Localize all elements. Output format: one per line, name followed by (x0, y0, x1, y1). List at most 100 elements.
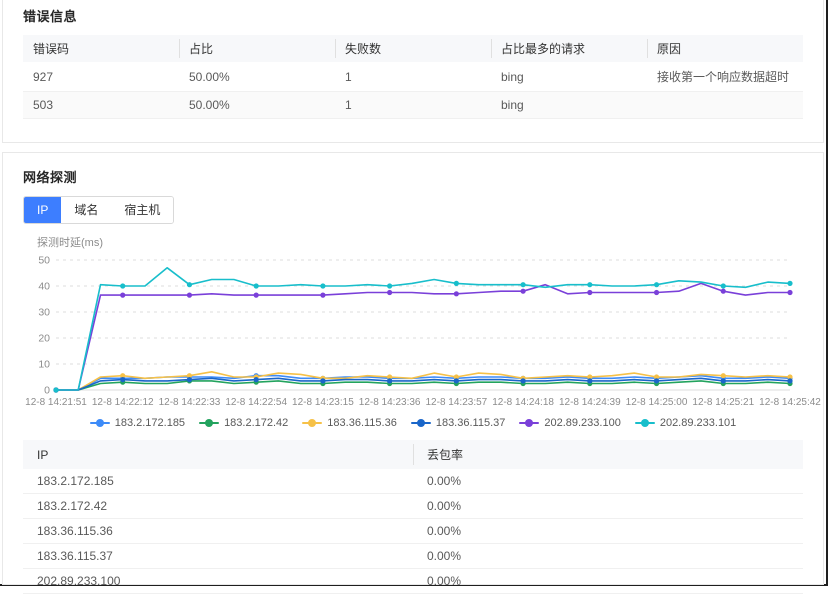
data-point-202.89.233.100 (654, 290, 659, 295)
x-tick-label-1: 12-8 14:22:12 (92, 397, 154, 408)
legend-marker-icon (635, 419, 655, 427)
legend-label: 183.36.115.36 (327, 417, 397, 429)
cell: 0.00% (413, 519, 803, 544)
data-point-202.89.233.100 (387, 290, 392, 295)
packet-loss-table-body: 183.2.172.1850.00%183.2.172.420.00%183.3… (23, 469, 803, 594)
y-tick-label-50: 50 (38, 255, 50, 267)
legend-item-183.36.115.36[interactable]: 183.36.115.36 (302, 417, 397, 429)
legend-marker-icon (519, 419, 539, 427)
y-tick-label-40: 40 (38, 281, 50, 293)
x-tick-label-0: 12-8 14:21:51 (25, 397, 87, 408)
cell: 1 (335, 92, 491, 119)
chart-y-axis-title: 探测时延(ms) (37, 234, 803, 250)
error-table-header-row: 错误码占比失败数占比最多的请求原因 (23, 35, 803, 62)
legend-dot (308, 419, 316, 427)
packet-loss-row: 183.2.172.420.00% (23, 494, 803, 519)
cell: 50.00% (179, 92, 335, 119)
legend-label: 183.36.115.37 (436, 417, 506, 429)
data-point-183.36.115.37 (520, 378, 525, 383)
data-point-183.36.115.37 (320, 378, 325, 383)
data-point-183.36.115.36 (721, 373, 726, 378)
data-point-202.89.233.101 (53, 387, 58, 392)
x-tick-label-6: 12-8 14:23:57 (426, 397, 488, 408)
legend-label: 183.2.172.185 (115, 417, 185, 429)
cell: 183.2.172.185 (23, 469, 413, 494)
cell: 1 (335, 62, 491, 92)
packet-loss-row: 183.36.115.370.00% (23, 544, 803, 569)
data-point-202.89.233.100 (254, 293, 259, 298)
x-tick-label-11: 12-8 14:25:42 (759, 397, 821, 408)
cell: bing (491, 92, 647, 119)
legend-dot (641, 419, 649, 427)
error-table-row: 92750.00%1bing接收第一个响应数据超时 (23, 62, 803, 92)
data-point-202.89.233.101 (787, 281, 792, 286)
legend-item-183.2.172.185[interactable]: 183.2.172.185 (90, 417, 185, 429)
data-point-183.36.115.37 (187, 377, 192, 382)
x-tick-label-2: 12-8 14:22:33 (159, 397, 221, 408)
cell: 183.36.115.36 (23, 519, 413, 544)
column-header-3: 占比最多的请求 (491, 35, 647, 62)
data-point-202.89.233.101 (454, 281, 459, 286)
packet-loss-table-head: IP丢包率 (23, 440, 803, 469)
y-tick-label-30: 30 (38, 307, 50, 319)
dashboard-frame: 错误信息 错误码占比失败数占比最多的请求原因 92750.00%1bing接收第… (0, 0, 828, 586)
x-tick-label-8: 12-8 14:24:39 (559, 397, 621, 408)
legend-label: 202.89.233.100 (544, 417, 620, 429)
network-section-title: 网络探测 (23, 167, 803, 186)
error-table-row: 50350.00%1bing (23, 92, 803, 119)
error-table-head: 错误码占比失败数占比最多的请求原因 (23, 35, 803, 62)
data-point-202.89.233.100 (320, 293, 325, 298)
tab-域名[interactable]: 域名 (61, 197, 111, 223)
y-tick-label-10: 10 (38, 359, 50, 371)
data-point-202.89.233.101 (120, 283, 125, 288)
cell: 503 (23, 92, 179, 119)
cell: 0.00% (413, 569, 803, 594)
cell: 接收第一个响应数据超时 (647, 62, 803, 92)
legend-item-202.89.233.101[interactable]: 202.89.233.101 (635, 417, 736, 429)
data-point-183.36.115.37 (454, 378, 459, 383)
data-point-202.89.233.100 (721, 289, 726, 294)
latency-chart-container: 探测时延(ms) 0 10 20 30 40 50 12-8 14:21:51 12-8 14… (23, 234, 803, 414)
legend-item-183.2.172.42[interactable]: 183.2.172.42 (199, 417, 288, 429)
cell (647, 92, 803, 119)
legend-marker-icon (302, 419, 322, 427)
error-table: 错误码占比失败数占比最多的请求原因 92750.00%1bing接收第一个响应数… (23, 35, 803, 119)
data-point-202.89.233.100 (120, 293, 125, 298)
cell: 50.00% (179, 62, 335, 92)
latency-line-chart[interactable]: 0 10 20 30 40 50 12-8 14:21:51 12-8 14:22:12 12-… (23, 250, 813, 414)
data-point-202.89.233.101 (387, 283, 392, 288)
legend-item-183.36.115.37[interactable]: 183.36.115.37 (411, 417, 506, 429)
cell: 183.2.172.42 (23, 494, 413, 519)
legend-dot (525, 419, 533, 427)
legend-label: 183.2.172.42 (224, 417, 288, 429)
cell: 202.89.233.100 (23, 569, 413, 594)
legend-marker-icon (90, 419, 110, 427)
data-point-202.89.233.100 (454, 291, 459, 296)
data-point-183.36.115.37 (654, 378, 659, 383)
tab-ip[interactable]: IP (24, 197, 61, 223)
cell: 0.00% (413, 469, 803, 494)
data-point-202.89.233.100 (187, 293, 192, 298)
error-info-card: 错误信息 错误码占比失败数占比最多的请求原因 92750.00%1bing接收第… (2, 0, 824, 143)
legend-dot (417, 419, 425, 427)
tab-宿主机[interactable]: 宿主机 (111, 197, 173, 223)
x-tick-label-7: 12-8 14:24:18 (492, 397, 554, 408)
y-tick-label-20: 20 (38, 333, 50, 345)
legend-item-202.89.233.100[interactable]: 202.89.233.100 (519, 417, 620, 429)
series-line-202.89.233.100 (56, 283, 790, 390)
cell: 183.36.115.37 (23, 544, 413, 569)
data-point-183.36.115.37 (787, 378, 792, 383)
packet-loss-table: IP丢包率 183.2.172.1850.00%183.2.172.420.00… (23, 440, 803, 594)
data-point-202.89.233.100 (520, 289, 525, 294)
data-point-202.89.233.101 (187, 282, 192, 287)
chart-legend: 183.2.172.185 183.2.172.42 183.36.115.36 18… (23, 414, 803, 432)
network-probe-card: 网络探测 IP域名宿主机 探测时延(ms) 0 10 20 30 40 50 12-8 14… (2, 152, 824, 585)
x-tick-label-10: 12-8 14:25:21 (692, 397, 754, 408)
legend-marker-icon (411, 419, 431, 427)
data-point-202.89.233.101 (721, 283, 726, 288)
cell: 0.00% (413, 494, 803, 519)
legend-marker-icon (199, 419, 219, 427)
legend-label: 202.89.233.101 (660, 417, 736, 429)
data-point-202.89.233.101 (254, 283, 259, 288)
y-tick-label-0: 0 (44, 385, 50, 397)
